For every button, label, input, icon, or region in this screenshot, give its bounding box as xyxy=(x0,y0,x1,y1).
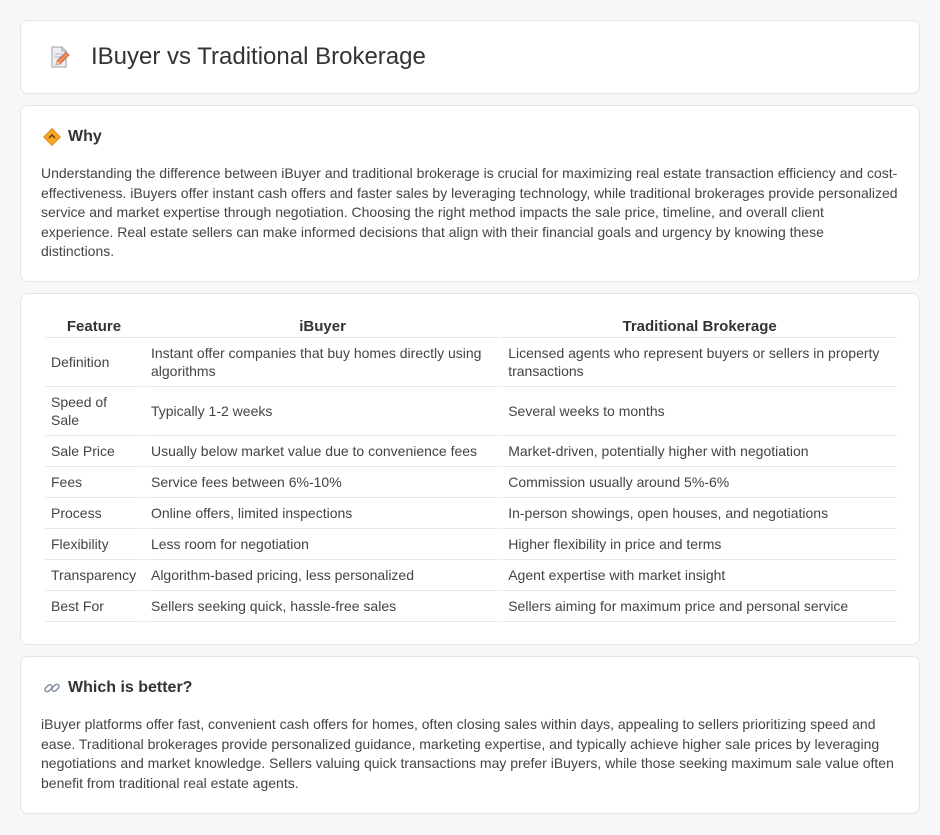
comparison-table: Feature iBuyer Traditional Brokerage Def… xyxy=(43,316,899,622)
row-traditional: Sellers aiming for maximum price and per… xyxy=(502,591,897,622)
table-row: Definition Instant offer companies that … xyxy=(45,338,897,387)
row-feature: Fees xyxy=(45,467,143,498)
row-feature: Process xyxy=(45,498,143,529)
table-row: Flexibility Less room for negotiation Hi… xyxy=(45,529,897,560)
header-traditional: Traditional Brokerage xyxy=(502,316,897,338)
title-card: IBuyer vs Traditional Brokerage xyxy=(20,20,920,94)
why-body: Understanding the difference between iBu… xyxy=(41,165,898,259)
table-row: Speed of Sale Typically 1-2 weeks Severa… xyxy=(45,387,897,436)
row-ibuyer: Service fees between 6%-10% xyxy=(144,467,501,498)
row-feature: Definition xyxy=(45,338,143,387)
table-row: Transparency Algorithm-based pricing, le… xyxy=(45,560,897,591)
row-traditional: Agent expertise with market insight xyxy=(502,560,897,591)
table-row: Best For Sellers seeking quick, hassle-f… xyxy=(45,591,897,622)
row-traditional: Market-driven, potentially higher with n… xyxy=(502,436,897,467)
header-ibuyer: iBuyer xyxy=(144,316,501,338)
page-title: IBuyer vs Traditional Brokerage xyxy=(91,43,426,70)
row-feature: Best For xyxy=(45,591,143,622)
row-ibuyer: Less room for negotiation xyxy=(144,529,501,560)
link-icon xyxy=(43,679,61,697)
which-better-body: iBuyer platforms offer fast, convenient … xyxy=(41,716,894,791)
row-traditional: Licensed agents who represent buyers or … xyxy=(502,338,897,387)
comparison-card: Feature iBuyer Traditional Brokerage Def… xyxy=(20,293,920,645)
table-header-row: Feature iBuyer Traditional Brokerage xyxy=(45,316,897,338)
row-traditional: Several weeks to months xyxy=(502,387,897,436)
table-row: Sale Price Usually below market value du… xyxy=(45,436,897,467)
table-row: Process Online offers, limited inspectio… xyxy=(45,498,897,529)
why-title: Why xyxy=(68,128,102,145)
which-better-section: Which is better? iBuyer platforms offer … xyxy=(20,656,920,814)
row-ibuyer: Algorithm-based pricing, less personaliz… xyxy=(144,560,501,591)
row-ibuyer: Instant offer companies that buy homes d… xyxy=(144,338,501,387)
row-ibuyer: Sellers seeking quick, hassle-free sales xyxy=(144,591,501,622)
which-better-title: Which is better? xyxy=(68,679,193,696)
header-feature: Feature xyxy=(45,316,143,338)
diamond-sign-icon xyxy=(43,128,61,146)
row-feature: Speed of Sale xyxy=(45,387,143,436)
row-traditional: Higher flexibility in price and terms xyxy=(502,529,897,560)
row-traditional: In-person showings, open houses, and neg… xyxy=(502,498,897,529)
why-section: Why Understanding the difference between… xyxy=(20,105,920,282)
row-feature: Flexibility xyxy=(45,529,143,560)
row-feature: Transparency xyxy=(45,560,143,591)
row-traditional: Commission usually around 5%-6% xyxy=(502,467,897,498)
row-ibuyer: Typically 1-2 weeks xyxy=(144,387,501,436)
row-feature: Sale Price xyxy=(45,436,143,467)
table-row: Fees Service fees between 6%-10% Commiss… xyxy=(45,467,897,498)
row-ibuyer: Online offers, limited inspections xyxy=(144,498,501,529)
row-ibuyer: Usually below market value due to conven… xyxy=(144,436,501,467)
document-pencil-icon xyxy=(47,45,71,69)
